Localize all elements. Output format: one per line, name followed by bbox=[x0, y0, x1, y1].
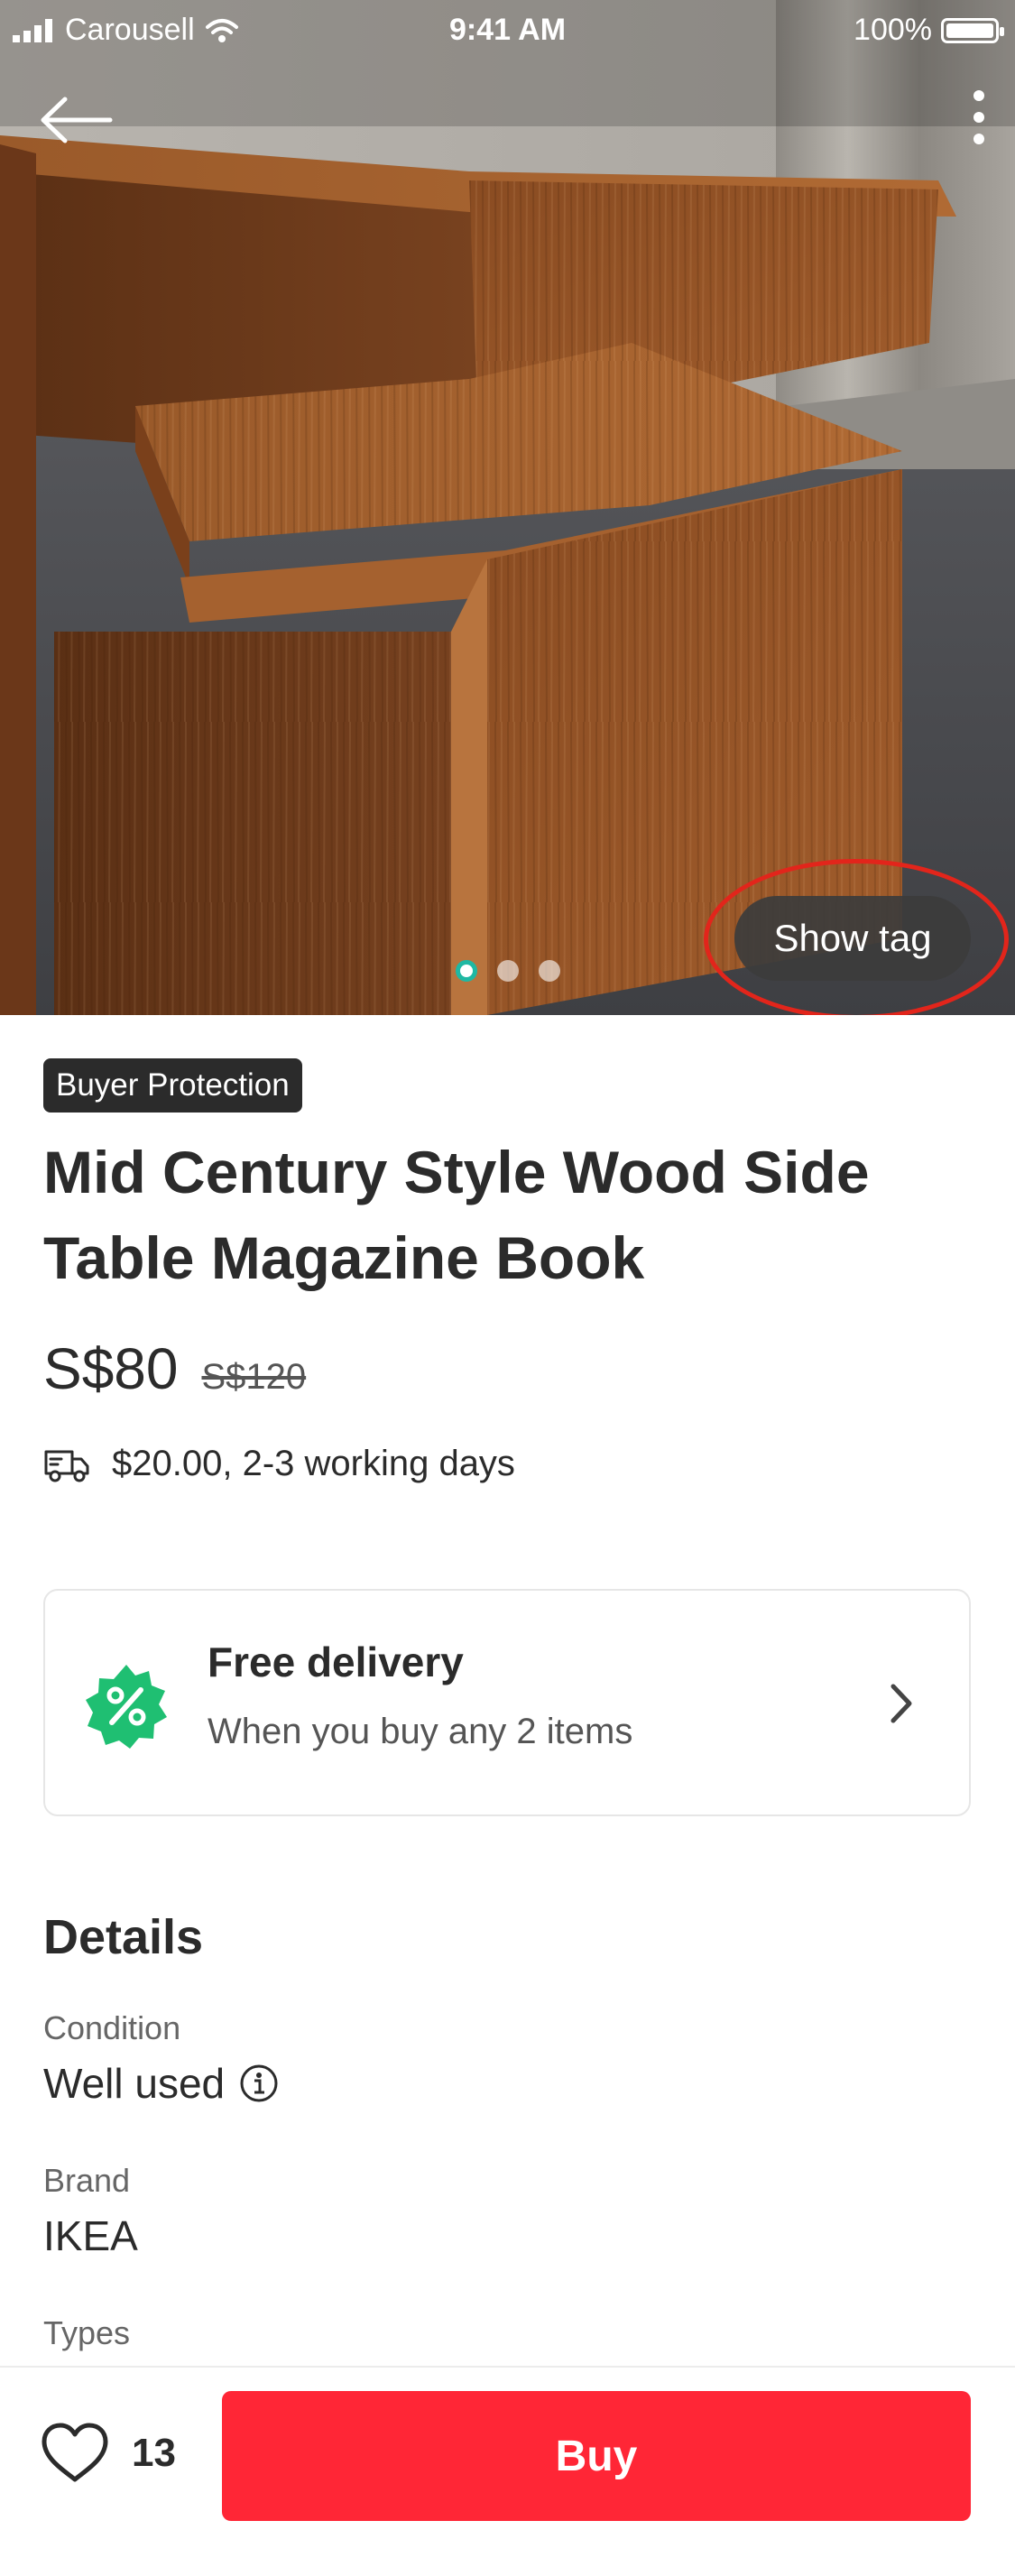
buyer-protection-badge: Buyer Protection bbox=[43, 1058, 302, 1113]
like-button[interactable]: 13 bbox=[40, 2422, 176, 2485]
shipping-text: $20.00, 2-3 working days bbox=[112, 1444, 515, 1483]
photo-pagination bbox=[0, 960, 1015, 982]
status-bar: Carousell 9:41 AM 100% bbox=[0, 0, 1015, 60]
heart-icon bbox=[42, 2423, 108, 2482]
listing-price: S$80 bbox=[43, 1336, 179, 1401]
condition-text: Well used bbox=[43, 2060, 226, 2107]
promo-subtitle: When you buy any 2 items bbox=[208, 1712, 633, 1751]
more-options-icon[interactable] bbox=[961, 83, 997, 155]
buy-button[interactable]: Buy bbox=[222, 2391, 971, 2521]
brand-label: Brand bbox=[43, 2162, 131, 2199]
status-right: 100% bbox=[854, 13, 1004, 48]
battery-icon bbox=[941, 17, 1004, 43]
details-heading: Details bbox=[43, 1910, 204, 1964]
promo-title: Free delivery bbox=[208, 1639, 464, 1685]
shipping-info: $20.00, 2-3 working days bbox=[43, 1444, 515, 1484]
price-row: S$80 S$120 bbox=[43, 1335, 306, 1402]
original-price: S$120 bbox=[201, 1357, 307, 1397]
delivery-truck-icon bbox=[44, 1450, 89, 1482]
free-delivery-promo-card[interactable]: Free delivery When you buy any 2 items bbox=[43, 1589, 971, 1816]
wood-side-table-photo bbox=[0, 0, 1015, 1015]
percent-badge-icon bbox=[86, 1665, 167, 1749]
condition-label: Condition bbox=[43, 2009, 181, 2046]
pagination-dot-active[interactable] bbox=[455, 960, 477, 982]
bottom-action-bar: 13 Buy bbox=[0, 2366, 1015, 2576]
listing-title: Mid Century Style Wood Side Table Magazi… bbox=[43, 1139, 870, 1291]
info-icon[interactable] bbox=[239, 2064, 279, 2103]
like-count: 13 bbox=[132, 2431, 176, 2475]
condition-value: Well used bbox=[43, 2059, 279, 2108]
types-label: Types bbox=[43, 2314, 131, 2351]
back-arrow-icon[interactable] bbox=[36, 88, 117, 152]
battery-percent: 100% bbox=[854, 13, 932, 47]
listing-photo[interactable]: Carousell 9:41 AM 100% Show tag bbox=[0, 0, 1015, 1015]
pagination-dot[interactable] bbox=[496, 960, 519, 982]
pagination-dot[interactable] bbox=[538, 960, 560, 982]
brand-value: IKEA bbox=[43, 2212, 138, 2259]
chevron-right-icon bbox=[890, 1684, 912, 1723]
